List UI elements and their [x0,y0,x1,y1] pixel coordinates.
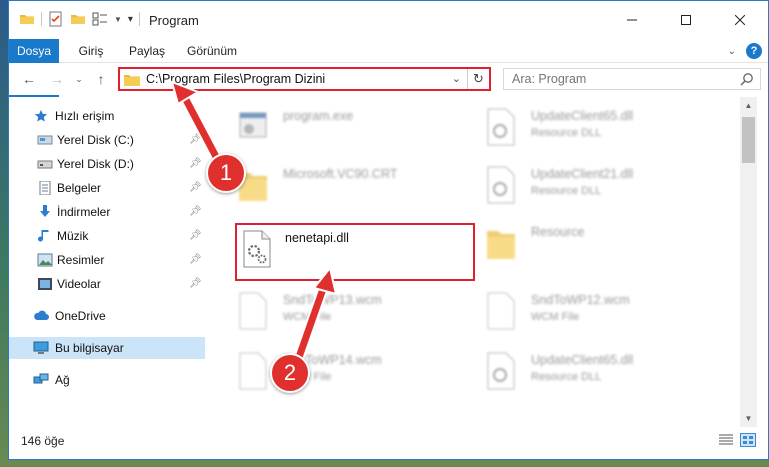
step-badge-2: 2 [270,353,310,393]
annotation-arrows [170,80,338,366]
step-badge-1: 1 [206,153,246,193]
arrow-to-file [292,265,338,366]
